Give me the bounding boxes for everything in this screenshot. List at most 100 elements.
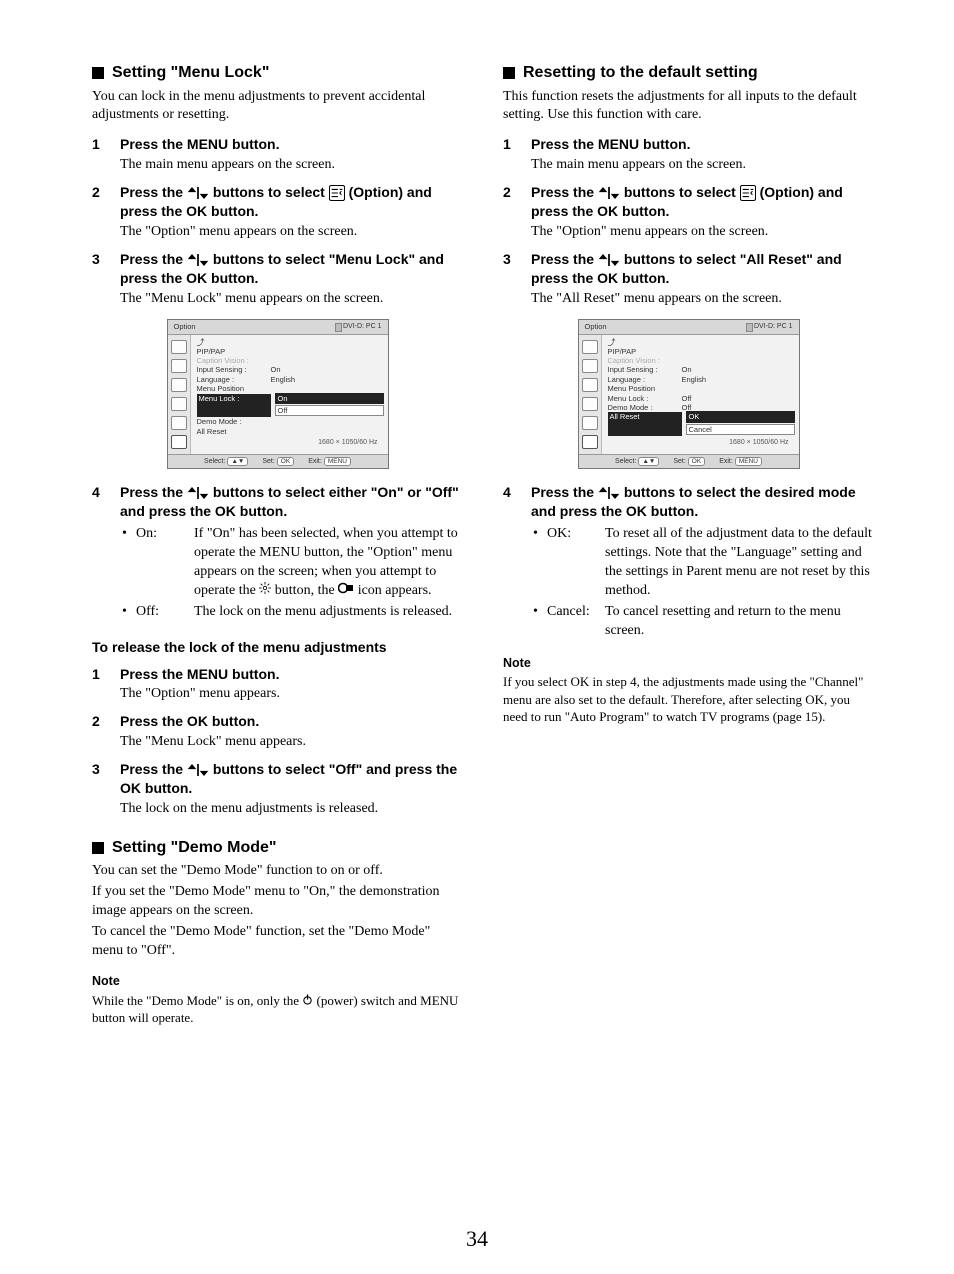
osd-value — [682, 384, 795, 393]
osd-popup-option: Cancel — [686, 424, 795, 435]
bullet-ok: • OK: To reset all of the adjustment dat… — [533, 525, 874, 601]
osd-source: DVI-D: PC 1 — [343, 322, 382, 331]
osd-value — [271, 417, 384, 426]
osd-row: All Reset — [197, 427, 384, 436]
osd-value: OK Cancel — [686, 412, 795, 436]
osd-tab-icon — [171, 416, 187, 430]
up-down-arrows-icon — [598, 184, 620, 200]
demo-note-body: While the "Demo Mode" is on, only the (p… — [92, 992, 463, 1027]
osd-menu-lock: Option DVI-D: PC 1 ⤴ PIP/PAPCaption V — [167, 319, 389, 470]
step-head: Press the buttons to select either "On" … — [120, 483, 463, 521]
osd-tab-icon — [171, 378, 187, 392]
osd-key: All Reset — [608, 412, 682, 436]
osd-row: Menu Lock :OnOff — [197, 394, 384, 418]
osd-key: All Reset — [197, 427, 267, 436]
osd-popup-option: On — [275, 393, 384, 404]
osd-value — [682, 356, 795, 365]
step: 3 Press the buttons to select "Off" and … — [92, 760, 463, 819]
osd-row: Menu Lock : Off — [608, 394, 795, 403]
osd-row: Language : English — [608, 375, 795, 384]
option-icon — [329, 184, 345, 200]
osd-row: All Reset OK Cancel — [608, 412, 795, 436]
osd-tab-icon — [582, 435, 598, 449]
osd-key: Menu Lock : — [608, 394, 678, 403]
osd-key: Demo Mode : — [197, 417, 267, 426]
menu-lock-title: Setting "Menu Lock" — [92, 62, 463, 84]
osd-key: Input Sensing : — [608, 365, 678, 374]
step: 2 Press the OK button. The "Menu Lock" m… — [92, 712, 463, 752]
osd-key: Menu Lock : — [197, 394, 271, 418]
osd-row: Caption Vision : — [197, 356, 384, 365]
osd-row: PIP/PAP — [197, 347, 384, 356]
demo-p1: You can set the "Demo Mode" function to … — [92, 862, 463, 881]
osd-value: On — [271, 365, 384, 374]
osd-key: PIP/PAP — [608, 347, 678, 356]
up-down-arrows-icon — [187, 761, 209, 777]
osd-key: Caption Vision : — [608, 356, 678, 365]
square-bullet-icon — [503, 67, 515, 79]
step-head: Press the buttons to select "Menu Lock" … — [120, 250, 463, 288]
osd-key: Language : — [608, 375, 678, 384]
bullet-on: • On: If "On" has been selected, when yo… — [122, 525, 463, 601]
step: 2 Press the buttons to select (Option) a… — [92, 183, 463, 242]
step: 3 Press the buttons to select "All Reset… — [503, 250, 874, 309]
square-bullet-icon — [92, 842, 104, 854]
step: 1 Press the MENU button. The "Option" me… — [92, 665, 463, 705]
osd-value: English — [271, 375, 384, 384]
on-desc: If "On" has been selected, when you atte… — [194, 525, 463, 601]
osd-popup-option: OK — [686, 411, 795, 422]
page-number: 34 — [0, 1224, 954, 1254]
osd-tab-icon — [171, 340, 187, 354]
demo-p3: To cancel the "Demo Mode" function, set … — [92, 923, 463, 961]
osd-footer: Select:▲▼ Set:OK Exit:MENU — [168, 454, 388, 469]
osd-tab-icon — [171, 359, 187, 373]
osd-tab-icon — [582, 397, 598, 411]
osd-row: Language : English — [197, 375, 384, 384]
osd-tab-icon — [582, 416, 598, 430]
step: 1 Press the MENU button. The main menu a… — [503, 135, 874, 175]
menu-key-icon: MENU — [324, 457, 351, 466]
osd-value: On — [682, 365, 795, 374]
osd-footer: Select:▲▼ Set:OK Exit:MENU — [579, 454, 799, 469]
back-arrow-icon: ⤴ — [608, 339, 795, 347]
osd-row: Input Sensing : On — [608, 365, 795, 374]
ok-key-icon: OK — [688, 457, 705, 466]
osd-key: Caption Vision : — [197, 356, 267, 365]
lock-icon — [338, 583, 354, 598]
up-down-arrows-icon — [598, 484, 620, 500]
osd-resolution: 1680 × 1050/60 Hz — [608, 436, 795, 451]
osd-key: Demo Mode : — [608, 403, 678, 412]
osd-value — [682, 347, 795, 356]
osd-tab-icon — [582, 340, 598, 354]
menu-lock-steps: 1 Press the MENU button. The main menu a… — [92, 135, 463, 308]
osd-key: Menu Position — [608, 384, 678, 393]
osd-key: Language : — [197, 375, 267, 384]
option-icon — [740, 184, 756, 200]
menu-lock-intro: You can lock in the menu adjustments to … — [92, 88, 463, 126]
osd-row: Demo Mode : — [197, 417, 384, 426]
osd-resolution: 1680 × 1050/60 Hz — [197, 436, 384, 451]
step: 2 Press the buttons to select (Option) a… — [503, 183, 874, 242]
step-head: Press the buttons to select (Option) and… — [120, 183, 463, 221]
osd-row: Menu Position — [608, 384, 795, 393]
osd-key: Menu Position — [197, 384, 267, 393]
osd-value: English — [682, 375, 795, 384]
step: 4 Press the buttons to select the desire… — [503, 483, 874, 642]
osd-tab-icon — [582, 378, 598, 392]
osd-icon-strip — [168, 335, 191, 454]
osd-row: PIP/PAP — [608, 347, 795, 356]
osd-value — [271, 347, 384, 356]
osd-row: Caption Vision : — [608, 356, 795, 365]
osd-key: Input Sensing : — [197, 365, 267, 374]
osd-icon-strip — [579, 335, 602, 454]
select-key-icon: ▲▼ — [638, 457, 659, 466]
osd-title: Option — [174, 322, 196, 332]
reset-title: Resetting to the default setting — [503, 62, 874, 84]
reset-intro: This function resets the adjustments for… — [503, 88, 874, 126]
square-bullet-icon — [92, 67, 104, 79]
up-down-arrows-icon — [187, 184, 209, 200]
reset-note-body: If you select OK in step 4, the adjustme… — [503, 673, 874, 726]
osd-value: Off — [682, 394, 795, 403]
up-down-arrows-icon — [598, 251, 620, 267]
demo-note-head: Note — [92, 973, 463, 990]
